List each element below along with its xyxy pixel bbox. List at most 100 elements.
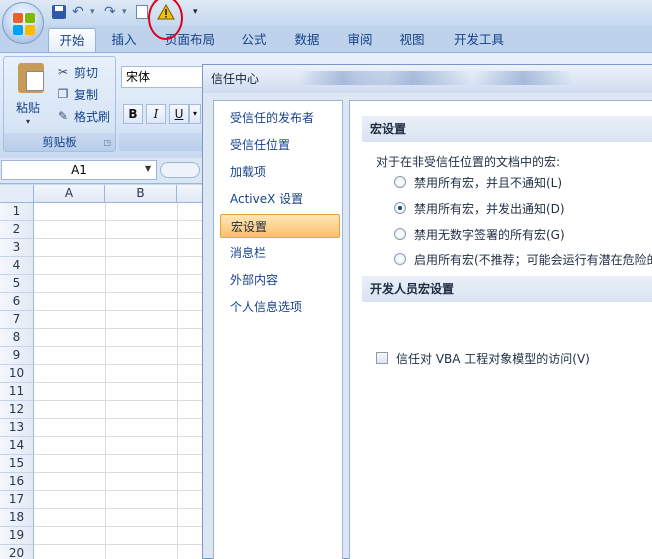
column-header-b[interactable]: B [105, 185, 177, 203]
customize-toolbar-dropdown-icon[interactable]: ▾ [193, 4, 198, 20]
row-header[interactable]: 12 [0, 401, 34, 419]
paste-button[interactable]: 粘贴 [16, 99, 40, 116]
grid-line [34, 364, 202, 365]
redo-dropdown-icon[interactable]: ▾ [122, 4, 127, 20]
grid-line [34, 382, 202, 383]
row-header[interactable]: 6 [0, 293, 34, 311]
formula-scroll-handle[interactable] [160, 162, 200, 178]
trust-center-nav: 受信任的发布者 受信任位置 加载项 ActiveX 设置 宏设置 消息栏 外部内… [213, 100, 343, 559]
column-header-a[interactable]: A [34, 185, 105, 203]
tab-formulas[interactable]: 公式 [234, 28, 274, 52]
tab-home[interactable]: 开始 [48, 28, 96, 52]
clipboard-group: 粘贴 ▾ ✂ 剪切 ❐ 复制 ✎ 格式刷 剪贴板 ◳ [3, 56, 116, 152]
row-header[interactable]: 1 [0, 203, 34, 221]
brush-icon: ✎ [57, 109, 69, 123]
radio-label: 启用所有宏(不推荐；可能会运行有潜在危险的 [414, 252, 652, 267]
worksheet-grid[interactable]: A B 1 2 3 4 5 6 7 8 9 10 11 12 13 14 15 16 17 18 19 20 [0, 185, 202, 559]
blurred-region [353, 71, 473, 85]
grid-line [34, 418, 202, 419]
macro-option-disable-unsigned[interactable]: 禁用无数字签署的所有宏(G) [394, 225, 565, 243]
paste-dropdown-icon[interactable]: ▾ [26, 117, 30, 126]
radio-label: 禁用所有宏，并发出通知(D) [414, 201, 565, 216]
row-header[interactable]: 13 [0, 419, 34, 437]
nav-macro-settings[interactable]: 宏设置 [220, 214, 340, 238]
nav-activex-settings[interactable]: ActiveX 设置 [220, 187, 340, 211]
quick-access-toolbar: ↶ ▾ ↷ ▾ ▾ [0, 0, 652, 26]
underline-button[interactable]: U [169, 104, 189, 124]
checkbox[interactable] [376, 352, 388, 364]
underline-dropdown-icon[interactable]: ▾ [189, 104, 201, 124]
checkbox-label: 信任对 VBA 工程对象模型的访问(V) [396, 351, 590, 366]
italic-button[interactable]: I [146, 104, 166, 124]
macro-settings-heading: 宏设置 [362, 116, 652, 142]
row-header[interactable]: 3 [0, 239, 34, 257]
document-icon[interactable] [136, 5, 148, 19]
save-icon[interactable] [52, 5, 66, 19]
row-header[interactable]: 14 [0, 437, 34, 455]
radio-button[interactable] [394, 228, 406, 240]
row-header[interactable]: 17 [0, 491, 34, 509]
office-button[interactable] [2, 2, 44, 44]
name-box[interactable]: A1 [1, 160, 157, 180]
column-header-c[interactable] [177, 185, 202, 203]
name-box-dropdown-icon[interactable]: ▼ [145, 164, 151, 173]
row-header[interactable]: 4 [0, 257, 34, 275]
row-header[interactable]: 10 [0, 365, 34, 383]
select-all-corner[interactable] [0, 185, 34, 203]
grid-line [34, 526, 202, 527]
tab-developer[interactable]: 开发工具 [446, 28, 512, 52]
radio-button-selected[interactable] [394, 202, 406, 214]
grid-line [34, 256, 202, 257]
tab-review[interactable]: 审阅 [340, 28, 380, 52]
row-header[interactable]: 20 [0, 545, 34, 559]
grid-line [34, 472, 202, 473]
nav-add-ins[interactable]: 加载项 [220, 160, 340, 184]
redo-icon[interactable]: ↷ [104, 4, 116, 20]
grid-line [34, 436, 202, 437]
scissors-icon: ✂ [57, 65, 69, 79]
row-header[interactable]: 9 [0, 347, 34, 365]
grid-line [34, 346, 202, 347]
grid-line [34, 220, 202, 221]
radio-button[interactable] [394, 253, 406, 265]
nav-trusted-locations[interactable]: 受信任位置 [220, 133, 340, 157]
macro-option-disable-no-notify[interactable]: 禁用所有宏，并且不通知(L) [394, 173, 562, 191]
radio-label: 禁用无数字签署的所有宏(G) [414, 227, 565, 242]
macro-option-disable-notify[interactable]: 禁用所有宏，并发出通知(D) [394, 199, 565, 217]
trust-vba-access-option[interactable]: 信任对 VBA 工程对象模型的访问(V) [376, 349, 590, 367]
font-name-box[interactable]: 宋体 [121, 66, 205, 88]
cut-button[interactable]: ✂ 剪切 [56, 63, 98, 81]
dialog-launcher-icon[interactable]: ◳ [103, 138, 111, 147]
row-header[interactable]: 2 [0, 221, 34, 239]
row-header[interactable]: 5 [0, 275, 34, 293]
radio-label: 禁用所有宏，并且不通知(L) [414, 175, 563, 190]
row-header[interactable]: 16 [0, 473, 34, 491]
undo-icon[interactable]: ↶ [72, 4, 84, 20]
nav-external-content[interactable]: 外部内容 [220, 268, 340, 292]
blurred-region [473, 71, 573, 85]
nav-privacy-options[interactable]: 个人信息选项 [220, 295, 340, 319]
row-header[interactable]: 8 [0, 329, 34, 347]
row-header[interactable]: 18 [0, 509, 34, 527]
bold-button[interactable]: B [123, 104, 143, 124]
undo-dropdown-icon[interactable]: ▾ [90, 4, 95, 20]
format-painter-label: 格式刷 [74, 109, 111, 124]
row-header[interactable]: 19 [0, 527, 34, 545]
font-group-label [119, 133, 209, 151]
format-painter-button[interactable]: ✎ 格式刷 [56, 107, 110, 125]
macro-option-enable-all[interactable]: 启用所有宏(不推荐；可能会运行有潜在危险的 [394, 250, 652, 268]
formula-bar: A1 ▼ [0, 158, 210, 184]
tab-data[interactable]: 数据 [287, 28, 327, 52]
radio-button[interactable] [394, 176, 406, 188]
row-header[interactable]: 11 [0, 383, 34, 401]
copy-button[interactable]: ❐ 复制 [56, 85, 98, 103]
row-header[interactable]: 15 [0, 455, 34, 473]
grid-line [34, 310, 202, 311]
grid-line [34, 454, 202, 455]
nav-trusted-publishers[interactable]: 受信任的发布者 [220, 106, 340, 130]
paste-icon[interactable] [18, 63, 44, 93]
tab-insert[interactable]: 插入 [104, 28, 144, 52]
nav-message-bar[interactable]: 消息栏 [220, 241, 340, 265]
tab-view[interactable]: 视图 [392, 28, 432, 52]
row-header[interactable]: 7 [0, 311, 34, 329]
